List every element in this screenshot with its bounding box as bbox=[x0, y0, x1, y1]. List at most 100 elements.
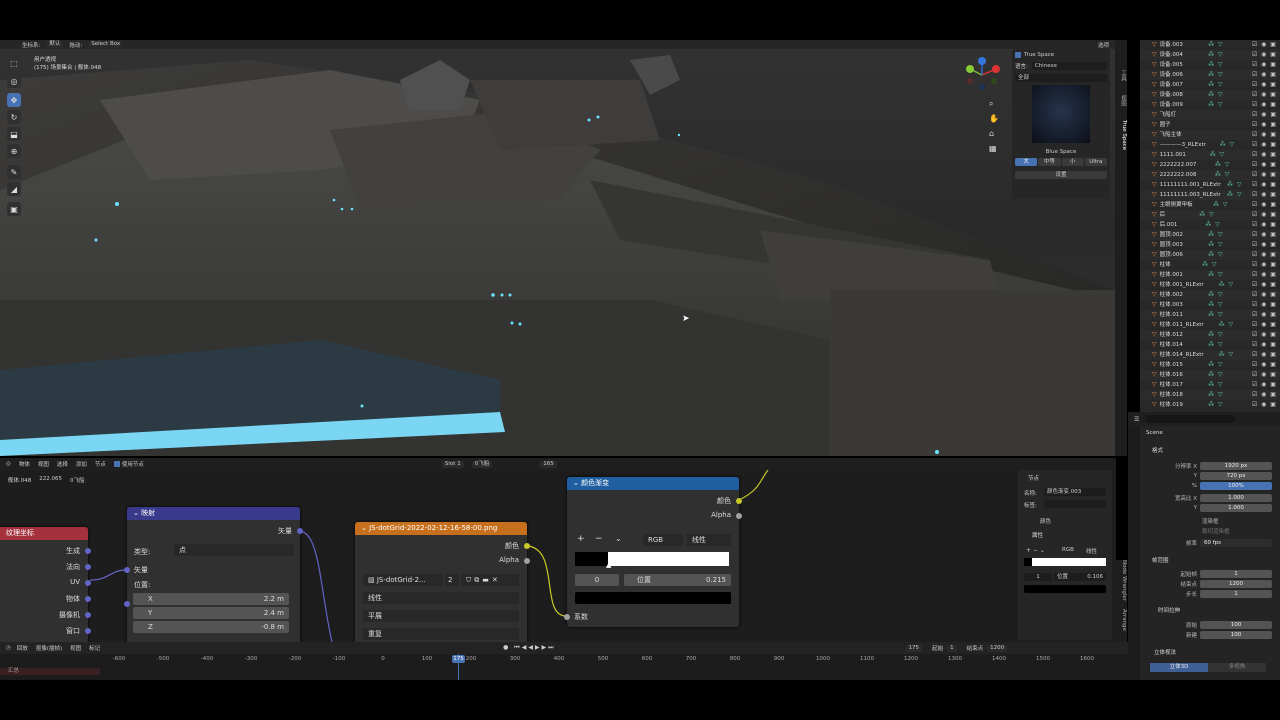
ramp-stop-handle[interactable]: ▲ bbox=[606, 561, 611, 569]
object-dropdown[interactable]: 物体 bbox=[19, 460, 30, 468]
outliner-row[interactable]: ▽ 2222222.008 ⁂ ▽ ☑ ◉ ▣ bbox=[1140, 170, 1280, 180]
visibility-icons[interactable]: ☑ ◉ ▣ bbox=[1252, 50, 1280, 60]
color-output-socket[interactable] bbox=[736, 498, 742, 504]
vector-output-socket[interactable] bbox=[297, 528, 303, 534]
timeline-editor-icon[interactable]: ◷ bbox=[0, 645, 17, 651]
visibility-icons[interactable]: ☑ ◉ ▣ bbox=[1252, 270, 1280, 280]
visibility-icons[interactable]: ☑ ◉ ▣ bbox=[1252, 350, 1280, 360]
interpolation-dropdown[interactable]: 线性 bbox=[363, 592, 519, 604]
color-mode-dropdown[interactable]: RGB bbox=[643, 534, 683, 546]
visibility-icons[interactable]: ☑ ◉ ▣ bbox=[1252, 160, 1280, 170]
annotate-tool-icon[interactable]: ✎ bbox=[7, 165, 21, 179]
outliner-row[interactable]: ▽ 11111111.003_RLExtr ⁂ ▽ ☑ ◉ ▣ bbox=[1140, 190, 1280, 200]
end-frame-field[interactable]: 1200 bbox=[987, 644, 1008, 652]
tab-true-space[interactable]: True Space bbox=[1115, 120, 1127, 150]
remove-stop-button[interactable]: − bbox=[595, 534, 603, 544]
size-medium-button[interactable]: 中等 bbox=[1038, 158, 1061, 166]
true-space-checkbox[interactable] bbox=[1015, 52, 1021, 58]
time-stretch-section[interactable]: 时间拉伸 bbox=[1158, 606, 1180, 614]
outliner-row[interactable]: ▽ 圆顶.003 ⁂ ▽ ☑ ◉ ▣ bbox=[1140, 240, 1280, 250]
image-actions[interactable]: ⛉⧉▬✕ bbox=[461, 574, 519, 586]
outliner-row[interactable]: ▽ 柱体.011 ⁂ ▽ ☑ ◉ ▣ bbox=[1140, 310, 1280, 320]
step-field[interactable]: 1 bbox=[1200, 589, 1272, 598]
outliner-row[interactable]: ▽ 圆子 ☑ ◉ ▣ bbox=[1140, 120, 1280, 130]
outliner-row[interactable]: ▽ 设备.004 ⁂ ▽ ☑ ◉ ▣ bbox=[1140, 50, 1280, 60]
outliner-row[interactable]: ▽ ————3_RLExtr ⁂ ▽ ☑ ◉ ▣ bbox=[1140, 140, 1280, 150]
material-users-count[interactable]: 165 bbox=[540, 460, 557, 468]
visibility-icons[interactable]: ☑ ◉ ▣ bbox=[1252, 340, 1280, 350]
use-nodes-checkbox[interactable] bbox=[113, 461, 120, 467]
move-tool-icon[interactable]: ✥ bbox=[7, 93, 21, 107]
editor-type-icon[interactable]: ☰ bbox=[1134, 416, 1139, 423]
texcoord-output-socket[interactable] bbox=[85, 628, 91, 634]
texcoord-output-socket[interactable] bbox=[85, 564, 91, 570]
aspect-x-field[interactable]: 1.000 bbox=[1200, 493, 1272, 502]
crop-checkbox[interactable]: 裁切渲染框 bbox=[1202, 527, 1230, 535]
outliner-row[interactable]: ▽ 飞船主体 ☑ ◉ ▣ bbox=[1140, 130, 1280, 140]
coord-dropdown[interactable]: 默认 bbox=[46, 41, 64, 48]
visibility-icons[interactable]: ☑ ◉ ▣ bbox=[1252, 80, 1280, 90]
color-output-socket[interactable] bbox=[524, 543, 530, 549]
alpha-output-socket[interactable] bbox=[524, 558, 530, 564]
size-ultra-button[interactable]: Ultra bbox=[1084, 158, 1107, 166]
3d-viewport[interactable] bbox=[0, 40, 1116, 456]
outliner-row[interactable]: ▽ 柱体.015 ⁂ ▽ ☑ ◉ ▣ bbox=[1140, 360, 1280, 370]
visibility-icons[interactable]: ☑ ◉ ▣ bbox=[1252, 60, 1280, 70]
visibility-icons[interactable]: ☑ ◉ ▣ bbox=[1252, 190, 1280, 200]
visibility-icons[interactable]: ☑ ◉ ▣ bbox=[1252, 280, 1280, 290]
hdri-thumbnail[interactable] bbox=[1032, 85, 1090, 143]
texcoord-output-socket[interactable] bbox=[85, 580, 91, 586]
loc-x-field[interactable]: X 2.2 m bbox=[133, 593, 289, 605]
grid-view-icon[interactable]: ▦ bbox=[989, 144, 997, 153]
visibility-icons[interactable]: ☑ ◉ ▣ bbox=[1252, 150, 1280, 160]
visibility-icons[interactable]: ☑ ◉ ▣ bbox=[1252, 130, 1280, 140]
res-pct-field[interactable]: 100% bbox=[1200, 481, 1272, 490]
visibility-icons[interactable]: ☑ ◉ ▣ bbox=[1252, 70, 1280, 80]
settings-button[interactable]: 设置 bbox=[1015, 171, 1107, 179]
loc-y-field[interactable]: Y 2.4 m bbox=[133, 607, 289, 619]
playhead-frame[interactable]: 175 bbox=[452, 655, 465, 663]
menu-add[interactable]: 添加 bbox=[76, 460, 87, 468]
tab-view[interactable]: 视图 bbox=[1115, 95, 1127, 106]
summary-channel[interactable]: 汇总 bbox=[0, 668, 100, 675]
properties-search[interactable] bbox=[1145, 415, 1236, 423]
visibility-icons[interactable]: ☑ ◉ ▣ bbox=[1252, 40, 1280, 50]
keying-menu[interactable]: 抠像(插帧) bbox=[36, 644, 70, 652]
properties-section[interactable]: 属性 bbox=[1032, 531, 1043, 539]
stop-position-field[interactable]: 位置 0.215 bbox=[624, 574, 731, 586]
end-field[interactable]: 1200 bbox=[1200, 579, 1272, 588]
add-cube-tool-icon[interactable]: ▣ bbox=[7, 202, 21, 216]
visibility-icons[interactable]: ☑ ◉ ▣ bbox=[1252, 360, 1280, 370]
menu-select[interactable]: 选择 bbox=[57, 460, 68, 468]
outliner-row[interactable]: ▽ 柱体.003 ⁂ ▽ ☑ ◉ ▣ bbox=[1140, 300, 1280, 310]
new-field[interactable]: 100 bbox=[1200, 630, 1272, 639]
ramp-menu-chevron-icon[interactable]: ⌄ bbox=[615, 534, 622, 543]
side-stop-color[interactable] bbox=[1024, 585, 1106, 593]
node-name-field[interactable]: 颜色渐变.003 bbox=[1044, 488, 1106, 496]
visibility-icons[interactable]: ☑ ◉ ▣ bbox=[1252, 330, 1280, 340]
node-section[interactable]: 节点 bbox=[1028, 474, 1039, 482]
outliner[interactable]: ▽ 设备.003 ⁂ ▽ ☑ ◉ ▣ ▽ 设备.004 ⁂ ▽ ☑ ◉ ▣ ▽ 设备.005 ⁂ ▽… bbox=[1140, 40, 1280, 412]
old-field[interactable]: 100 bbox=[1200, 620, 1272, 629]
visibility-icons[interactable]: ☑ ◉ ▣ bbox=[1252, 260, 1280, 270]
outliner-row[interactable]: ▽ 11111111.001_RLExtr ⁂ ▽ ☑ ◉ ▣ bbox=[1140, 180, 1280, 190]
outliner-row[interactable]: ▽ 后.001 ⁂ ▽ ☑ ◉ ▣ bbox=[1140, 220, 1280, 230]
render-border-checkbox[interactable]: 渲染框 bbox=[1202, 517, 1219, 525]
outliner-row[interactable]: ▽ 设备.003 ⁂ ▽ ☑ ◉ ▣ bbox=[1140, 40, 1280, 50]
outliner-row[interactable]: ▽ 飞船灯 ☑ ◉ ▣ bbox=[1140, 110, 1280, 120]
side-ramp-bar[interactable] bbox=[1024, 558, 1106, 566]
camera-view-icon[interactable]: ⌂ bbox=[989, 129, 994, 138]
tab-arrange[interactable]: Arrange bbox=[1115, 609, 1127, 631]
outliner-row[interactable]: ▽ 柱体.019 ⁂ ▽ ☑ ◉ ▣ bbox=[1140, 400, 1280, 410]
factor-input-socket[interactable] bbox=[564, 614, 570, 620]
outliner-row[interactable]: ▽ 柱体.018 ⁂ ▽ ☑ ◉ ▣ bbox=[1140, 390, 1280, 400]
material-selector[interactable]: 0飞船 bbox=[471, 460, 493, 468]
playback-controls[interactable]: ● ⏮◀◀▶▶⏭ bbox=[503, 644, 555, 652]
outliner-row[interactable]: ▽ 柱体.001_RLExtr ⁂ ▽ ☑ ◉ ▣ bbox=[1140, 280, 1280, 290]
visibility-icons[interactable]: ☑ ◉ ▣ bbox=[1252, 220, 1280, 230]
outliner-row[interactable]: ▽ 圆顶.006 ⁂ ▽ ☑ ◉ ▣ bbox=[1140, 250, 1280, 260]
visibility-icons[interactable]: ☑ ◉ ▣ bbox=[1252, 210, 1280, 220]
node-tag-field[interactable] bbox=[1044, 500, 1106, 508]
image-texture-node[interactable]: ⌄ JS-dotGrid-2022-02-12-16-58-00.png 颜色 … bbox=[355, 522, 530, 642]
outliner-row[interactable]: ▽ 2222222.007 ⁂ ▽ ☑ ◉ ▣ bbox=[1140, 160, 1280, 170]
